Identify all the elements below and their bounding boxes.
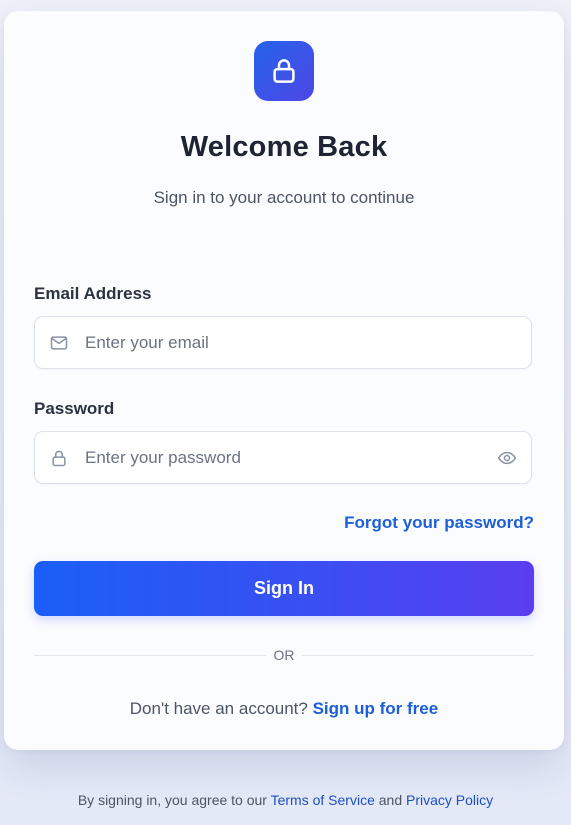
footer-conjunction: and [378, 792, 403, 808]
password-input[interactable] [85, 432, 485, 483]
legal-footer: By signing in, you agree to our Terms of… [0, 792, 571, 808]
password-label: Password [34, 399, 115, 418]
forgot-password-link[interactable]: Forgot your password? [344, 513, 534, 533]
email-label: Email Address [34, 284, 152, 303]
footer-prefix: By signing in, you agree to our [77, 792, 267, 808]
page-title: Welcome Back [180, 131, 388, 163]
divider-label: OR [266, 646, 302, 665]
sign-in-button[interactable]: Sign In [34, 561, 534, 616]
mail-icon [50, 336, 68, 350]
app-logo [254, 41, 314, 101]
lock-icon [52, 450, 66, 467]
privacy-link[interactable]: Privacy Policy [406, 792, 493, 808]
sign-up-link[interactable]: Sign up for free [313, 699, 439, 718]
lock-icon [273, 59, 295, 83]
login-card: Welcome Back Sign in to your account to … [4, 11, 564, 750]
email-input[interactable] [85, 317, 485, 368]
signup-prompt: Don't have an account? [129, 699, 308, 718]
signup-row: Don't have an account? Sign up for free [4, 699, 564, 719]
eye-icon[interactable] [497, 448, 517, 468]
password-field[interactable] [34, 431, 532, 484]
page-subtitle: Sign in to your account to continue [153, 188, 415, 207]
terms-link[interactable]: Terms of Service [271, 792, 375, 808]
email-field[interactable] [34, 316, 532, 369]
